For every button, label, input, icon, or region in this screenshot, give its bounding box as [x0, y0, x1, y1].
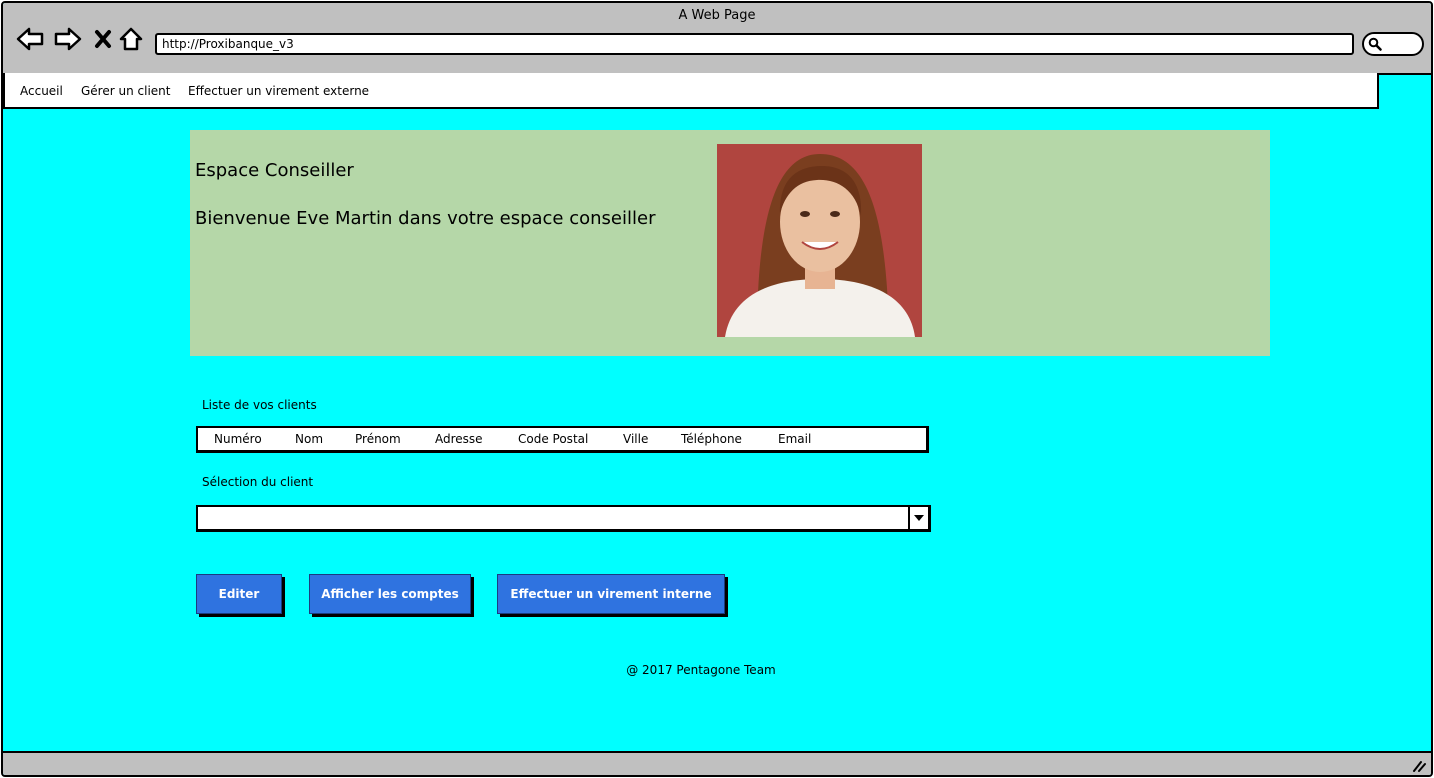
footer-text: @ 2017 Pentagone Team: [626, 663, 776, 677]
advisor-photo: [717, 144, 922, 337]
menu-bar: Accueil Gérer un client Effectuer un vir…: [3, 73, 1379, 109]
search-icon: [1368, 37, 1382, 51]
column-header[interactable]: Téléphone: [681, 432, 742, 446]
column-header[interactable]: Code Postal: [518, 432, 588, 446]
stop-icon[interactable]: [88, 25, 118, 53]
browser-window: A Web Page Accueil Gérer un client Effec…: [1, 1, 1433, 777]
client-select[interactable]: [196, 505, 931, 532]
show-accounts-button[interactable]: Afficher les comptes: [309, 574, 471, 614]
resize-grip-icon[interactable]: [1411, 757, 1427, 773]
welcome-banner: Espace Conseiller Bienvenue Eve Martin d…: [190, 130, 1270, 356]
forward-icon[interactable]: [53, 25, 83, 53]
browser-statusbar: [3, 751, 1431, 775]
back-icon[interactable]: [15, 25, 45, 53]
column-header[interactable]: Email: [778, 432, 811, 446]
edit-button[interactable]: Editer: [196, 574, 282, 614]
page-title: Espace Conseiller: [195, 160, 354, 181]
column-header[interactable]: Prénom: [355, 432, 401, 446]
column-header[interactable]: Nom: [295, 432, 323, 446]
home-icon[interactable]: [116, 25, 146, 53]
menu-item-gerer-client[interactable]: Gérer un client: [81, 84, 170, 98]
column-header[interactable]: Adresse: [435, 432, 483, 446]
browser-titlebar: A Web Page: [3, 3, 1431, 75]
welcome-message: Bienvenue Eve Martin dans votre espace c…: [195, 208, 656, 229]
clients-table-header: Numéro Nom Prénom Adresse Code Postal Vi…: [196, 426, 929, 453]
window-title: A Web Page: [678, 8, 756, 23]
client-selection-label: Sélection du client: [202, 475, 314, 489]
column-header[interactable]: Numéro: [214, 432, 262, 446]
menu-item-accueil[interactable]: Accueil: [20, 84, 63, 98]
menu-item-virement-externe[interactable]: Effectuer un virement externe: [188, 84, 369, 98]
browser-search-field[interactable]: [1362, 32, 1424, 56]
clients-list-label: Liste de vos clients: [202, 398, 317, 412]
address-bar[interactable]: [155, 33, 1354, 55]
internal-transfer-button[interactable]: Effectuer un virement interne: [497, 574, 725, 614]
chevron-down-icon[interactable]: [908, 507, 928, 529]
column-header[interactable]: Ville: [623, 432, 648, 446]
